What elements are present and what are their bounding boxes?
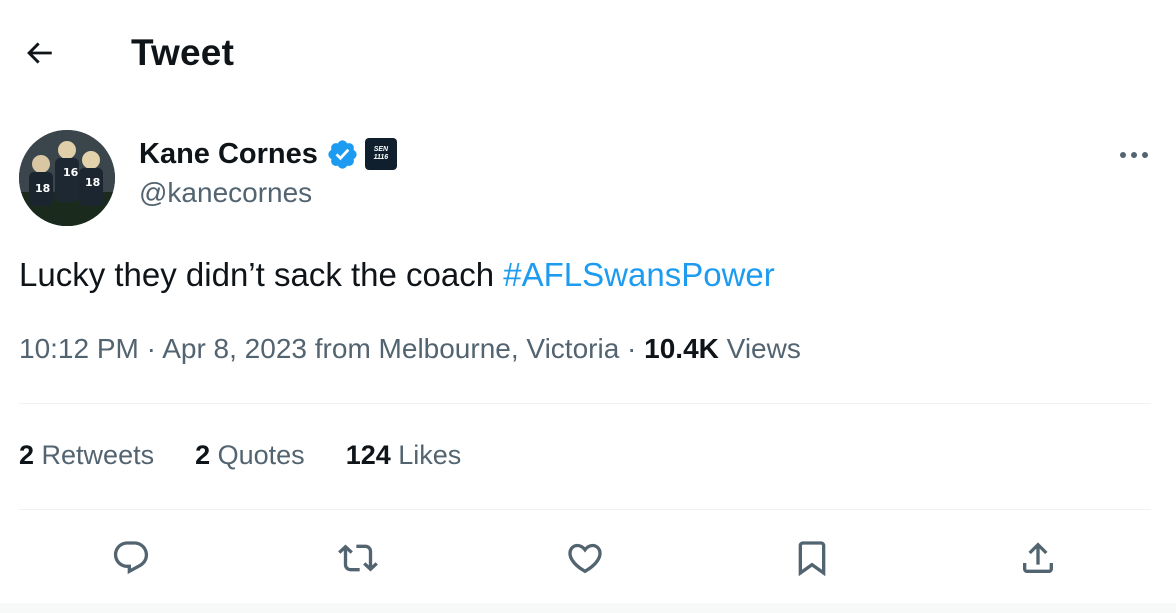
bottom-separator [0, 603, 1176, 613]
tweet-time[interactable]: 10:12 PM [19, 333, 139, 364]
likes-stat[interactable]: 124 Likes [346, 440, 462, 471]
share-button[interactable] [1010, 530, 1066, 586]
affiliate-badge-icon[interactable]: SEN 1116 [364, 138, 397, 170]
reply-button[interactable] [103, 530, 159, 586]
divider [19, 509, 1151, 510]
engagement-stats: 2 Retweets 2 Quotes 124 Likes [19, 440, 502, 471]
meta-separator: · [138, 333, 163, 364]
likes-count: 124 [345, 440, 391, 470]
retweet-icon [338, 544, 378, 572]
affiliate-badge-line-1: SEN [373, 146, 389, 153]
verified-badge-icon[interactable] [326, 138, 359, 171]
retweets-count: 2 [19, 440, 35, 470]
action-bar [0, 530, 1176, 586]
author-display-name[interactable]: Kane Cornes [139, 138, 318, 171]
more-options-button[interactable] [1112, 140, 1156, 170]
retweets-label: Retweets [34, 440, 155, 470]
page-title: Tweet [131, 32, 235, 73]
like-icon [568, 543, 602, 574]
retweet-button[interactable] [330, 530, 386, 586]
svg-text:16: 16 [63, 166, 79, 179]
svg-text:18: 18 [35, 182, 50, 195]
views-label: Views [718, 333, 801, 364]
views-count: 10.4K [644, 333, 719, 364]
author-handle[interactable]: @kanecornes [139, 177, 312, 209]
meta-separator-2: · [619, 333, 645, 364]
tweet-location: from Melbourne, Victoria [306, 333, 620, 364]
more-dots-icon [1120, 152, 1148, 158]
share-icon [1023, 542, 1053, 573]
likes-label: Likes [390, 440, 462, 470]
svg-text:18: 18 [85, 176, 100, 189]
quotes-label: Quotes [210, 440, 305, 470]
divider [19, 403, 1151, 404]
hashtag-link[interactable]: #AFLSwansPower [503, 256, 774, 293]
bookmark-button[interactable] [784, 530, 840, 586]
tweet-date[interactable]: Apr 8, 2023 [162, 333, 307, 364]
avatar[interactable]: 18 16 18 [19, 130, 115, 226]
quotes-stat[interactable]: 2 Quotes [195, 440, 305, 471]
affiliate-badge-line-2: 1116 [373, 154, 389, 161]
retweets-stat[interactable]: 2 Retweets [19, 440, 154, 471]
tweet-text: Lucky they didn’t sack the coach #AFLSwa… [19, 256, 775, 294]
author-name-row: Kane Cornes SEN 1116 [139, 136, 397, 172]
arrow-left-icon [27, 42, 52, 64]
back-button[interactable] [14, 30, 64, 76]
tweet-body: Lucky they didn’t sack the coach [19, 256, 504, 293]
avatar-image: 18 16 18 [19, 130, 115, 226]
tweet-meta: 10:12 PM · Apr 8, 2023 from Melbourne, V… [19, 333, 801, 365]
reply-icon [113, 541, 149, 575]
like-button[interactable] [557, 530, 613, 586]
top-bar: Tweet [0, 0, 1176, 106]
bookmark-icon [798, 541, 826, 577]
quotes-count: 2 [195, 440, 211, 470]
